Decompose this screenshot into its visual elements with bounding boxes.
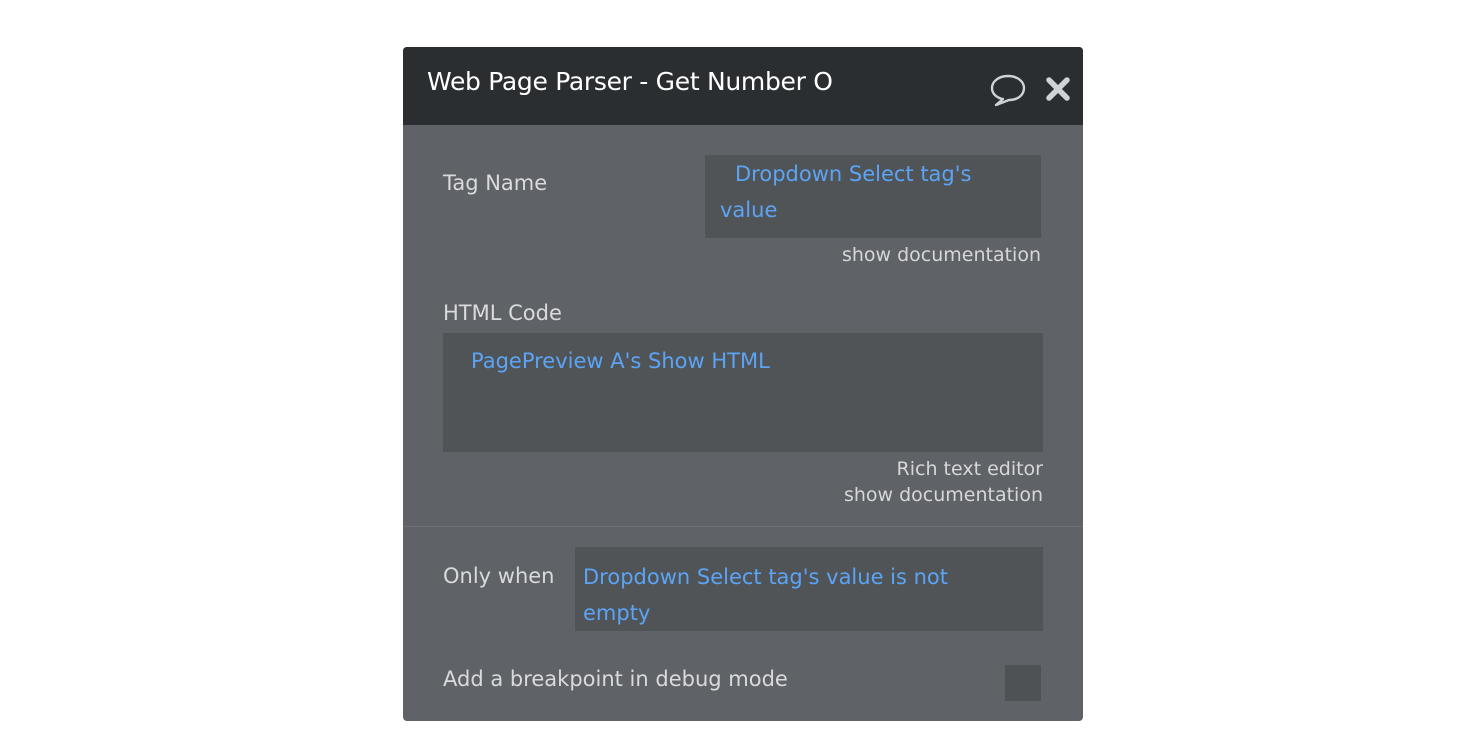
close-icon[interactable]	[1045, 76, 1071, 102]
html-code-input[interactable]: PagePreview A's Show HTML	[443, 333, 1043, 452]
html-code-value: PagePreview A's Show HTML	[471, 349, 770, 373]
section-divider	[403, 526, 1083, 527]
html-code-show-documentation-link[interactable]: show documentation	[844, 484, 1043, 506]
action-properties-panel: Web Page Parser - Get Number O Tag Name …	[403, 47, 1083, 721]
breakpoint-checkbox[interactable]	[1005, 665, 1041, 701]
comment-icon[interactable]	[989, 73, 1027, 107]
html-code-label: HTML Code	[443, 301, 562, 325]
tag-name-label: Tag Name	[443, 171, 548, 195]
only-when-label: Only when	[443, 564, 555, 588]
tag-name-value-line2: value	[720, 198, 778, 222]
panel-title: Web Page Parser - Get Number O	[427, 67, 833, 96]
only-when-condition-input[interactable]: Dropdown Select tag's value is not empty	[575, 547, 1043, 631]
only-when-value-line2: empty	[583, 601, 651, 625]
breakpoint-label: Add a breakpoint in debug mode	[443, 667, 788, 691]
only-when-value-line1: Dropdown Select tag's value is not	[583, 565, 949, 589]
tag-name-value-line1: Dropdown Select tag's	[735, 162, 972, 186]
tag-name-input[interactable]: Dropdown Select tag's value	[705, 155, 1041, 238]
panel-header: Web Page Parser - Get Number O	[403, 47, 1083, 125]
tag-name-show-documentation-link[interactable]: show documentation	[842, 244, 1041, 266]
rich-text-editor-link[interactable]: Rich text editor	[897, 458, 1043, 480]
